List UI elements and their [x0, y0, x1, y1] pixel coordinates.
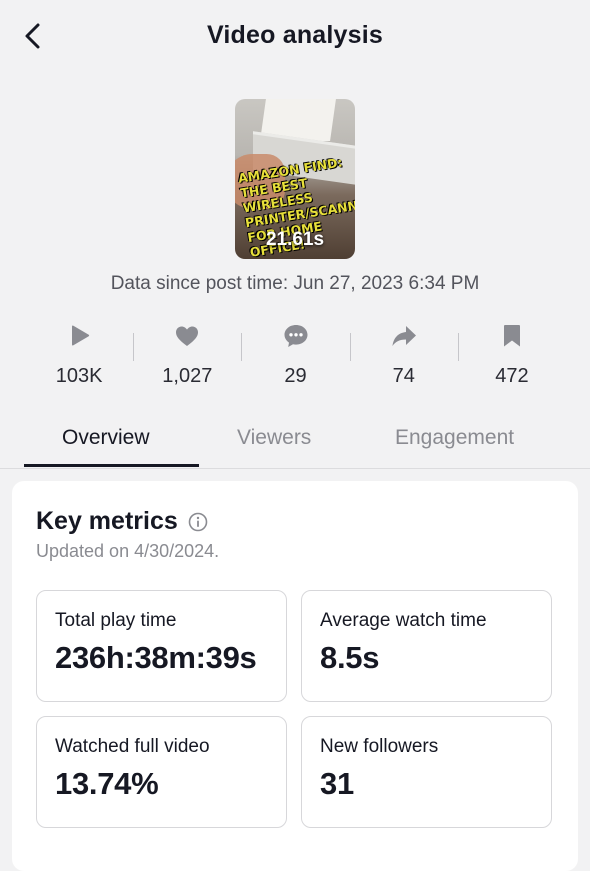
updated-date: Updated on 4/30/2024.	[36, 541, 220, 561]
comment-icon	[284, 325, 307, 347]
share-icon	[392, 326, 416, 346]
video-duration: 21.61s	[265, 229, 325, 250]
engagement-stats: 103K 1,027 29 74 472	[25, 320, 566, 395]
play-icon	[72, 325, 90, 346]
data-since-text: Data since post time: Jun 27, 2023 6:34 …	[110, 273, 480, 294]
metric-label: New followers	[320, 736, 439, 757]
info-icon[interactable]	[188, 512, 208, 532]
tab-engagement[interactable]: Engagement	[395, 426, 514, 450]
stat-favorites: 472	[457, 320, 566, 395]
metric-label: Average watch time	[320, 610, 487, 631]
stat-likes: 1,027	[133, 320, 241, 395]
video-thumbnail[interactable]: AMAZON FIND: THE BEST WIRELESS PRINTER/S…	[235, 99, 355, 259]
stat-value: 103K	[55, 365, 103, 387]
page-title: Video analysis	[206, 21, 384, 49]
stat-comments: 29	[241, 320, 349, 395]
stat-value: 472	[495, 365, 529, 387]
bookmark-icon	[503, 325, 520, 347]
metric-watched-full-video: Watched full video 13.74%	[36, 716, 287, 828]
metric-new-followers: New followers 31	[301, 716, 552, 828]
stat-value: 1,027	[162, 365, 213, 387]
section-title: Key metrics	[36, 507, 178, 535]
metric-average-watch-time: Average watch time 8.5s	[301, 590, 552, 702]
metric-label: Watched full video	[55, 736, 210, 757]
tab-bar: Overview Viewers Engagement	[0, 412, 590, 469]
metric-value: 13.74%	[55, 766, 159, 801]
stat-value: 29	[284, 365, 307, 387]
metric-value: 31	[320, 766, 354, 801]
heart-icon	[176, 326, 199, 346]
stat-shares: 74	[349, 320, 458, 395]
tab-viewers[interactable]: Viewers	[237, 426, 311, 450]
stat-views: 103K	[25, 320, 133, 395]
metric-label: Total play time	[55, 610, 177, 631]
metric-value: 236h:38m:39s	[55, 640, 257, 675]
stat-value: 74	[392, 365, 415, 387]
key-metrics-card: Key metrics Updated on 4/30/2024. Total …	[12, 481, 578, 871]
tab-overview[interactable]: Overview	[62, 426, 150, 450]
metric-total-play-time: Total play time 236h:38m:39s	[36, 590, 287, 702]
metric-value: 8.5s	[320, 640, 380, 675]
top-bar: Video analysis	[0, 0, 590, 72]
active-tab-indicator	[24, 464, 199, 467]
